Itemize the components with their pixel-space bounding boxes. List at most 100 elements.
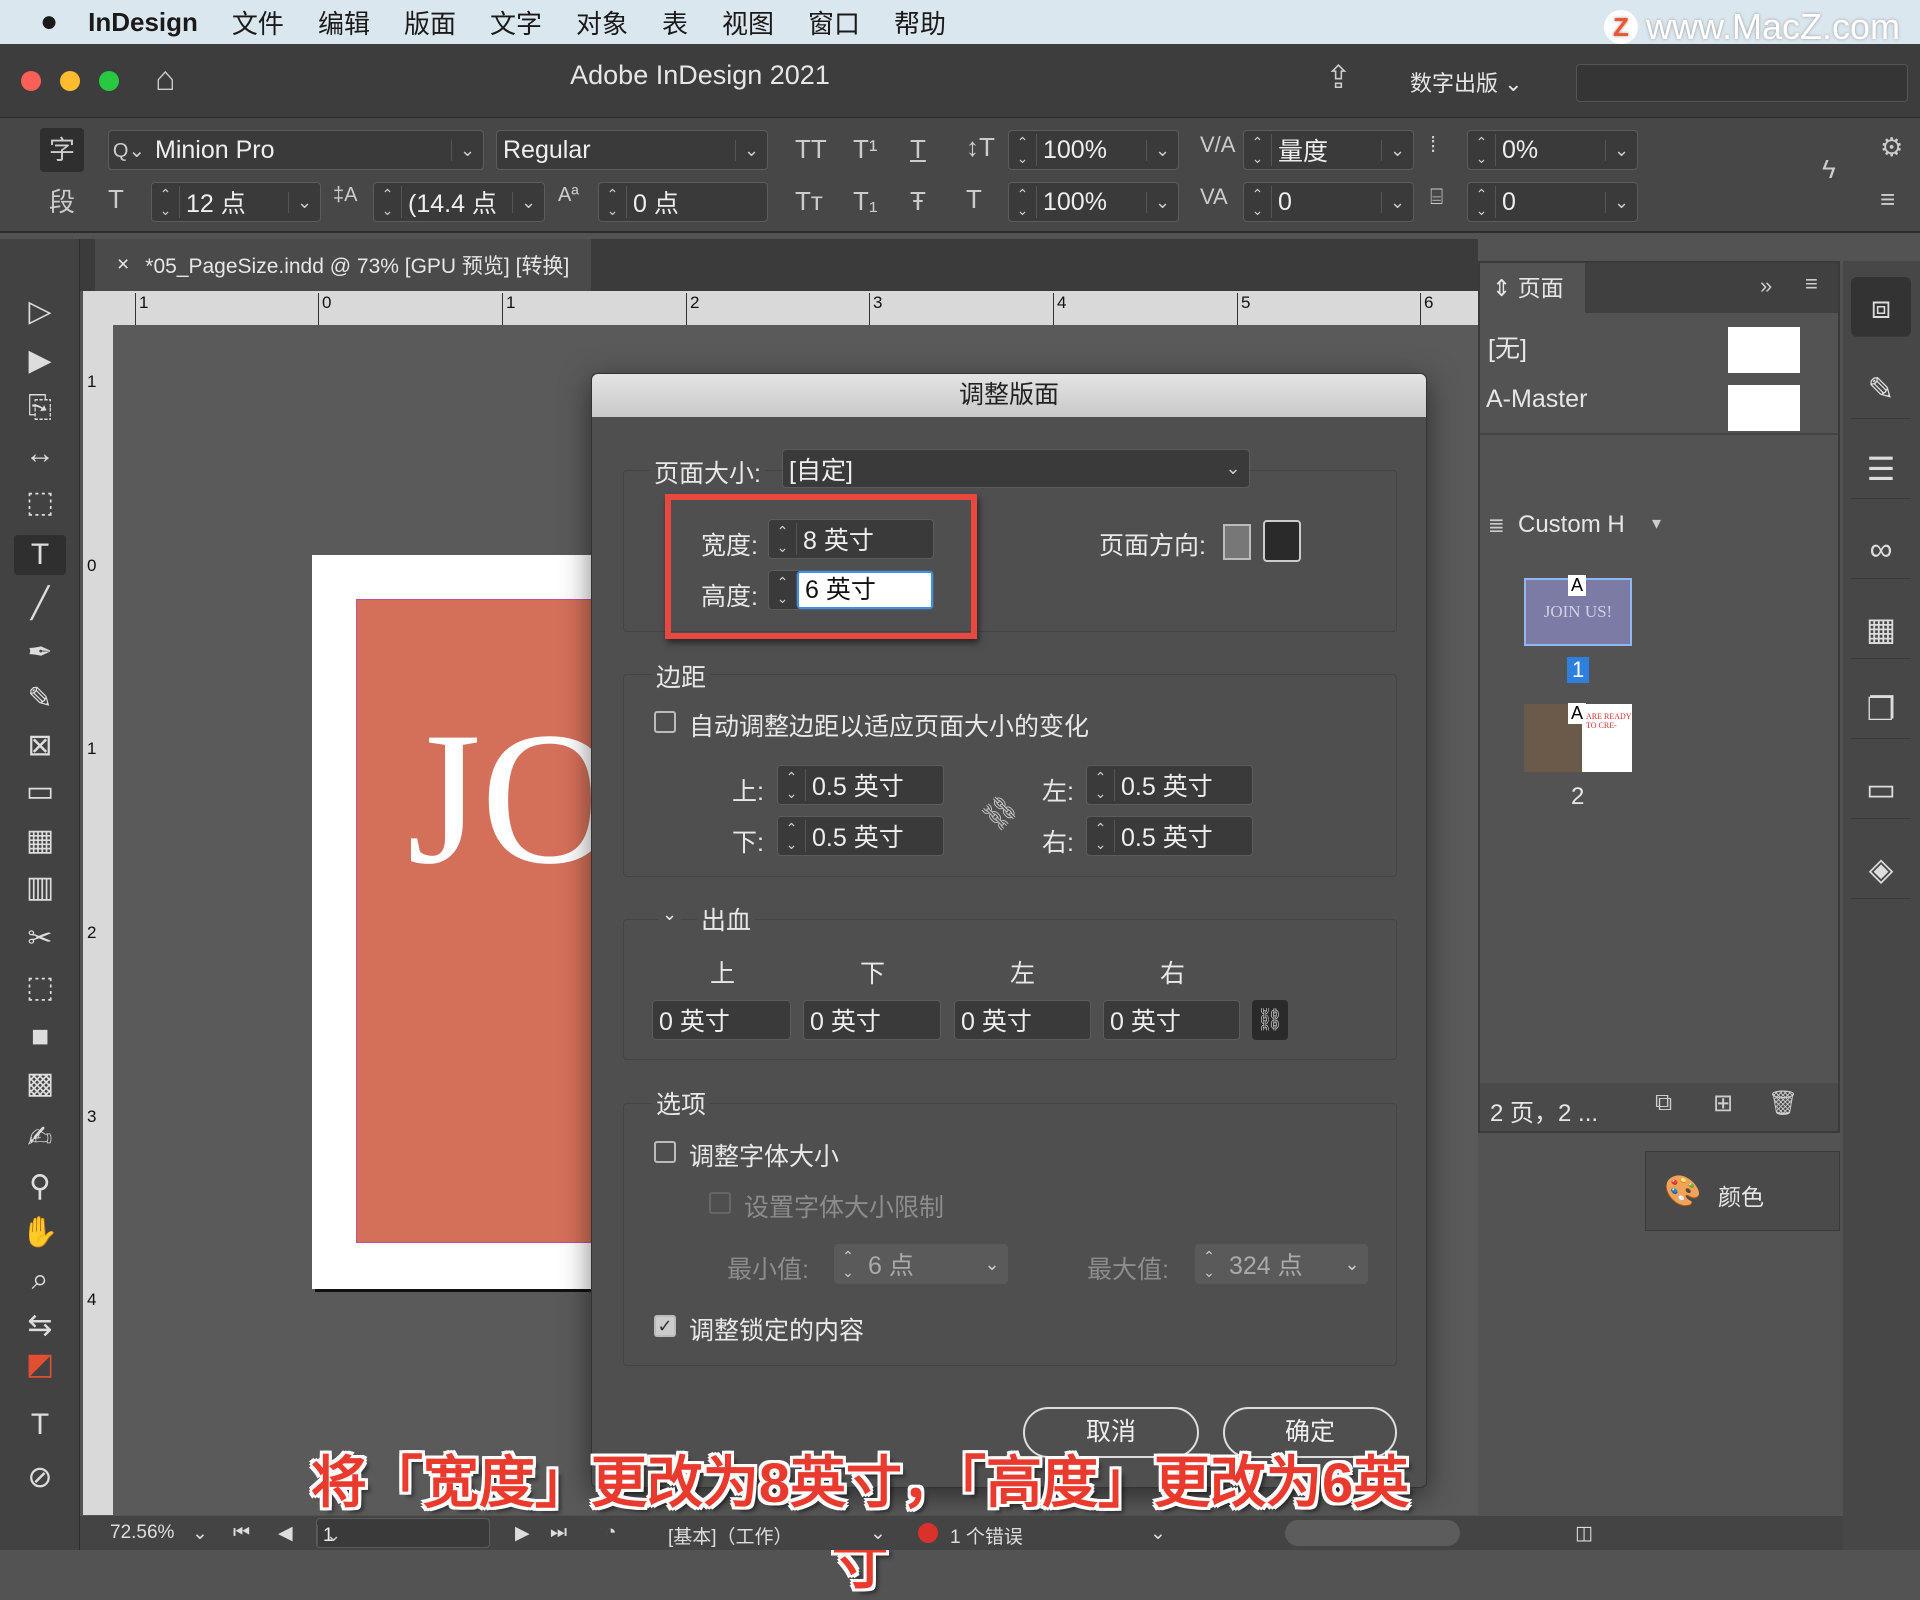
color-panel-collapsed[interactable]: 🎨 颜色 bbox=[1645, 1151, 1840, 1231]
swap-colors-icon[interactable]: ⇆ bbox=[14, 1306, 66, 1346]
portrait-orientation-button[interactable] bbox=[1223, 524, 1251, 560]
landscape-orientation-button[interactable] bbox=[1263, 520, 1301, 562]
margin-bottom-field[interactable]: ⌃ ⌄ 0.5 英寸 bbox=[777, 816, 944, 856]
grid-spacing-field[interactable]: ⌃ ⌄ 0 ⌄ bbox=[1467, 182, 1638, 222]
pages-panel-icon[interactable]: ⧈ bbox=[1851, 277, 1911, 337]
swatches-icon[interactable]: ▦ bbox=[1851, 599, 1911, 659]
panel-menu-icon[interactable]: ≡ bbox=[1880, 184, 1895, 215]
last-page-icon[interactable]: ⏭ bbox=[550, 1522, 567, 1544]
stepper-icon[interactable]: ⌃ ⌄ bbox=[1009, 186, 1037, 218]
font-style-select[interactable]: Regular ⌄ bbox=[496, 130, 768, 170]
rectangle-tool-icon[interactable]: ▭ bbox=[14, 772, 66, 812]
layers-icon[interactable]: ◈ bbox=[1851, 839, 1911, 899]
master-none-thumbnail[interactable] bbox=[1728, 327, 1800, 373]
horizontal-scale-field[interactable]: ⌃ ⌄ 100% ⌄ bbox=[1008, 182, 1179, 222]
links-icon[interactable]: ∞ bbox=[1851, 519, 1911, 579]
type-tool-icon[interactable]: T bbox=[14, 535, 66, 575]
stepper-icon[interactable]: ⌃ ⌄ bbox=[778, 820, 806, 852]
bleed-top-field[interactable]: 0 英寸 bbox=[652, 1000, 791, 1040]
menu-type[interactable]: 文字 bbox=[490, 4, 542, 41]
zoom-tool-icon[interactable]: ⌕ bbox=[14, 1260, 66, 1300]
trash-icon[interactable]: 🗑 bbox=[1768, 1089, 1798, 1118]
page-size-menu[interactable]: Custom H bbox=[1518, 511, 1625, 539]
bleed-right-field[interactable]: 0 英寸 bbox=[1103, 1000, 1240, 1040]
page-background-image[interactable]: JO bbox=[356, 599, 602, 1243]
previous-page-icon[interactable]: ◀ bbox=[278, 1522, 293, 1545]
auto-margin-checkbox[interactable] bbox=[654, 711, 676, 733]
bleed-collapse-chevron-icon[interactable]: ⌄ bbox=[658, 904, 682, 925]
font-family-select[interactable]: Q⌄ Minion Pro ⌄ bbox=[108, 130, 484, 170]
menu-view[interactable]: 视图 bbox=[722, 4, 774, 41]
stepper-icon[interactable]: ⌃ ⌄ bbox=[769, 523, 797, 555]
free-transform-tool-icon[interactable]: ⬚ bbox=[14, 968, 66, 1008]
menu-table[interactable]: 表 bbox=[662, 4, 688, 41]
min-size-field[interactable]: ⌃ ⌄ 6 点 ⌄ bbox=[834, 1244, 1008, 1284]
page-size-select[interactable]: [自定] ⌄ bbox=[782, 449, 1250, 488]
stepper-icon[interactable]: ⌃ ⌄ bbox=[374, 186, 402, 218]
horizontal-ruler[interactable]: 1 0 1 2 3 4 5 6 bbox=[83, 291, 1478, 325]
max-size-field[interactable]: ⌃ ⌄ 324 点 ⌄ bbox=[1195, 1244, 1368, 1284]
line-tool-icon[interactable]: ╱ bbox=[14, 584, 66, 624]
quick-apply-lightning-icon[interactable]: ϟ bbox=[1822, 154, 1836, 185]
content-collector-icon[interactable]: ⬚ bbox=[14, 483, 66, 523]
gradient-swatch-tool-icon[interactable]: ■ bbox=[14, 1017, 66, 1057]
menu-app[interactable]: InDesign bbox=[88, 7, 198, 38]
page-tool-icon[interactable]: ⎘ bbox=[14, 388, 66, 428]
eyedropper-tool-icon[interactable]: ⚲ bbox=[14, 1167, 66, 1207]
stepper-icon[interactable]: ⌃ ⌄ bbox=[1468, 134, 1496, 166]
page-number-field[interactable]: 1 ⌄ bbox=[316, 1518, 490, 1548]
bleed-left-field[interactable]: 0 英寸 bbox=[954, 1000, 1091, 1040]
horizontal-scrollbar[interactable] bbox=[1285, 1520, 1460, 1546]
preflight-profile[interactable]: [基本]（工作） bbox=[668, 1522, 793, 1549]
apple-icon[interactable]: ● bbox=[40, 5, 58, 39]
margin-right-field[interactable]: ⌃ ⌄ 0.5 英寸 bbox=[1086, 816, 1253, 856]
share-icon[interactable]: ⇪ bbox=[1325, 58, 1352, 96]
vertical-ruler[interactable]: 1 0 1 2 3 4 bbox=[83, 325, 113, 1515]
leading-field[interactable]: ⌃ ⌄ (14.4 点 ⌄ bbox=[373, 182, 545, 222]
stroke-icon[interactable]: ☰ bbox=[1851, 439, 1911, 499]
document-tab[interactable]: × *05_PageSize.indd @ 73% [GPU 预览] [转换] bbox=[95, 239, 592, 291]
stepper-icon[interactable]: ⌃ ⌄ bbox=[834, 1248, 862, 1280]
gradient-feather-tool-icon[interactable]: ▩ bbox=[14, 1064, 66, 1104]
master-none[interactable]: [无] bbox=[1488, 329, 1527, 365]
stepper-icon[interactable]: ⌃ ⌄ bbox=[1009, 134, 1037, 166]
first-page-icon[interactable]: ⏮ bbox=[233, 1522, 250, 1544]
small-caps-button[interactable]: Tт bbox=[795, 186, 823, 217]
stepper-icon[interactable]: ⌃ ⌄ bbox=[152, 186, 180, 218]
table-tool-icon[interactable]: ▦ bbox=[14, 821, 66, 861]
preflight-profile-icon[interactable]: ◔ bbox=[605, 1522, 616, 1544]
baseline-shift-field[interactable]: ⌃ ⌄ 0 点 bbox=[598, 182, 768, 222]
paragraph-mode-button[interactable]: 段 bbox=[40, 180, 84, 224]
chevron-down-icon[interactable]: ⌄ bbox=[192, 1522, 208, 1545]
stepper-icon[interactable]: ⌃ ⌄ bbox=[1087, 769, 1115, 801]
stepper-icon[interactable]: ⌃ ⌄ bbox=[1468, 186, 1496, 218]
height-field[interactable]: ⌃ ⌄ 6 英寸 bbox=[768, 570, 934, 610]
menu-help[interactable]: 帮助 bbox=[894, 4, 946, 41]
workspace-switcher[interactable]: 数字出版 ⌄ bbox=[1410, 66, 1523, 98]
pages-tab[interactable]: ⇕ 页面 bbox=[1480, 263, 1585, 313]
view-mode-icon[interactable]: ⊘ bbox=[14, 1458, 66, 1498]
stepper-icon[interactable]: ⌃ ⌄ bbox=[1244, 134, 1272, 166]
tsume-field[interactable]: ⌃ ⌄ 0% ⌄ bbox=[1467, 130, 1638, 170]
kerning-field[interactable]: ⌃ ⌄ 量度 ⌄ bbox=[1243, 130, 1414, 170]
search-input[interactable] bbox=[1576, 64, 1908, 102]
direct-selection-tool-icon[interactable]: ▶ bbox=[14, 341, 66, 381]
underline-button[interactable]: T bbox=[910, 134, 926, 165]
subscript-button[interactable]: T₁ bbox=[853, 186, 878, 217]
error-count[interactable]: 1 个错误 bbox=[950, 1522, 1023, 1549]
adjust-font-size-checkbox[interactable] bbox=[654, 1141, 676, 1163]
close-tab-icon[interactable]: × bbox=[117, 253, 129, 277]
character-mode-button[interactable]: 字 bbox=[40, 128, 84, 172]
superscript-button[interactable]: T¹ bbox=[853, 134, 878, 165]
gap-tool-icon[interactable]: ↔ bbox=[14, 434, 66, 474]
chevron-down-icon[interactable]: ⌄ bbox=[1150, 1522, 1166, 1545]
menu-edit[interactable]: 编辑 bbox=[318, 4, 370, 41]
selection-tool-icon[interactable]: ▷ bbox=[14, 292, 66, 332]
gradient-icon[interactable]: ▭ bbox=[1851, 759, 1911, 819]
font-size-field[interactable]: ⌃ ⌄ 12 点 ⌄ bbox=[151, 182, 321, 222]
next-page-icon[interactable]: ▶ bbox=[515, 1522, 530, 1545]
scissors-tool-icon[interactable]: ✂ bbox=[14, 919, 66, 959]
font-size-limit-checkbox[interactable] bbox=[709, 1192, 731, 1214]
margin-top-field[interactable]: ⌃ ⌄ 0.5 英寸 bbox=[777, 765, 944, 805]
menu-object[interactable]: 对象 bbox=[576, 4, 628, 41]
